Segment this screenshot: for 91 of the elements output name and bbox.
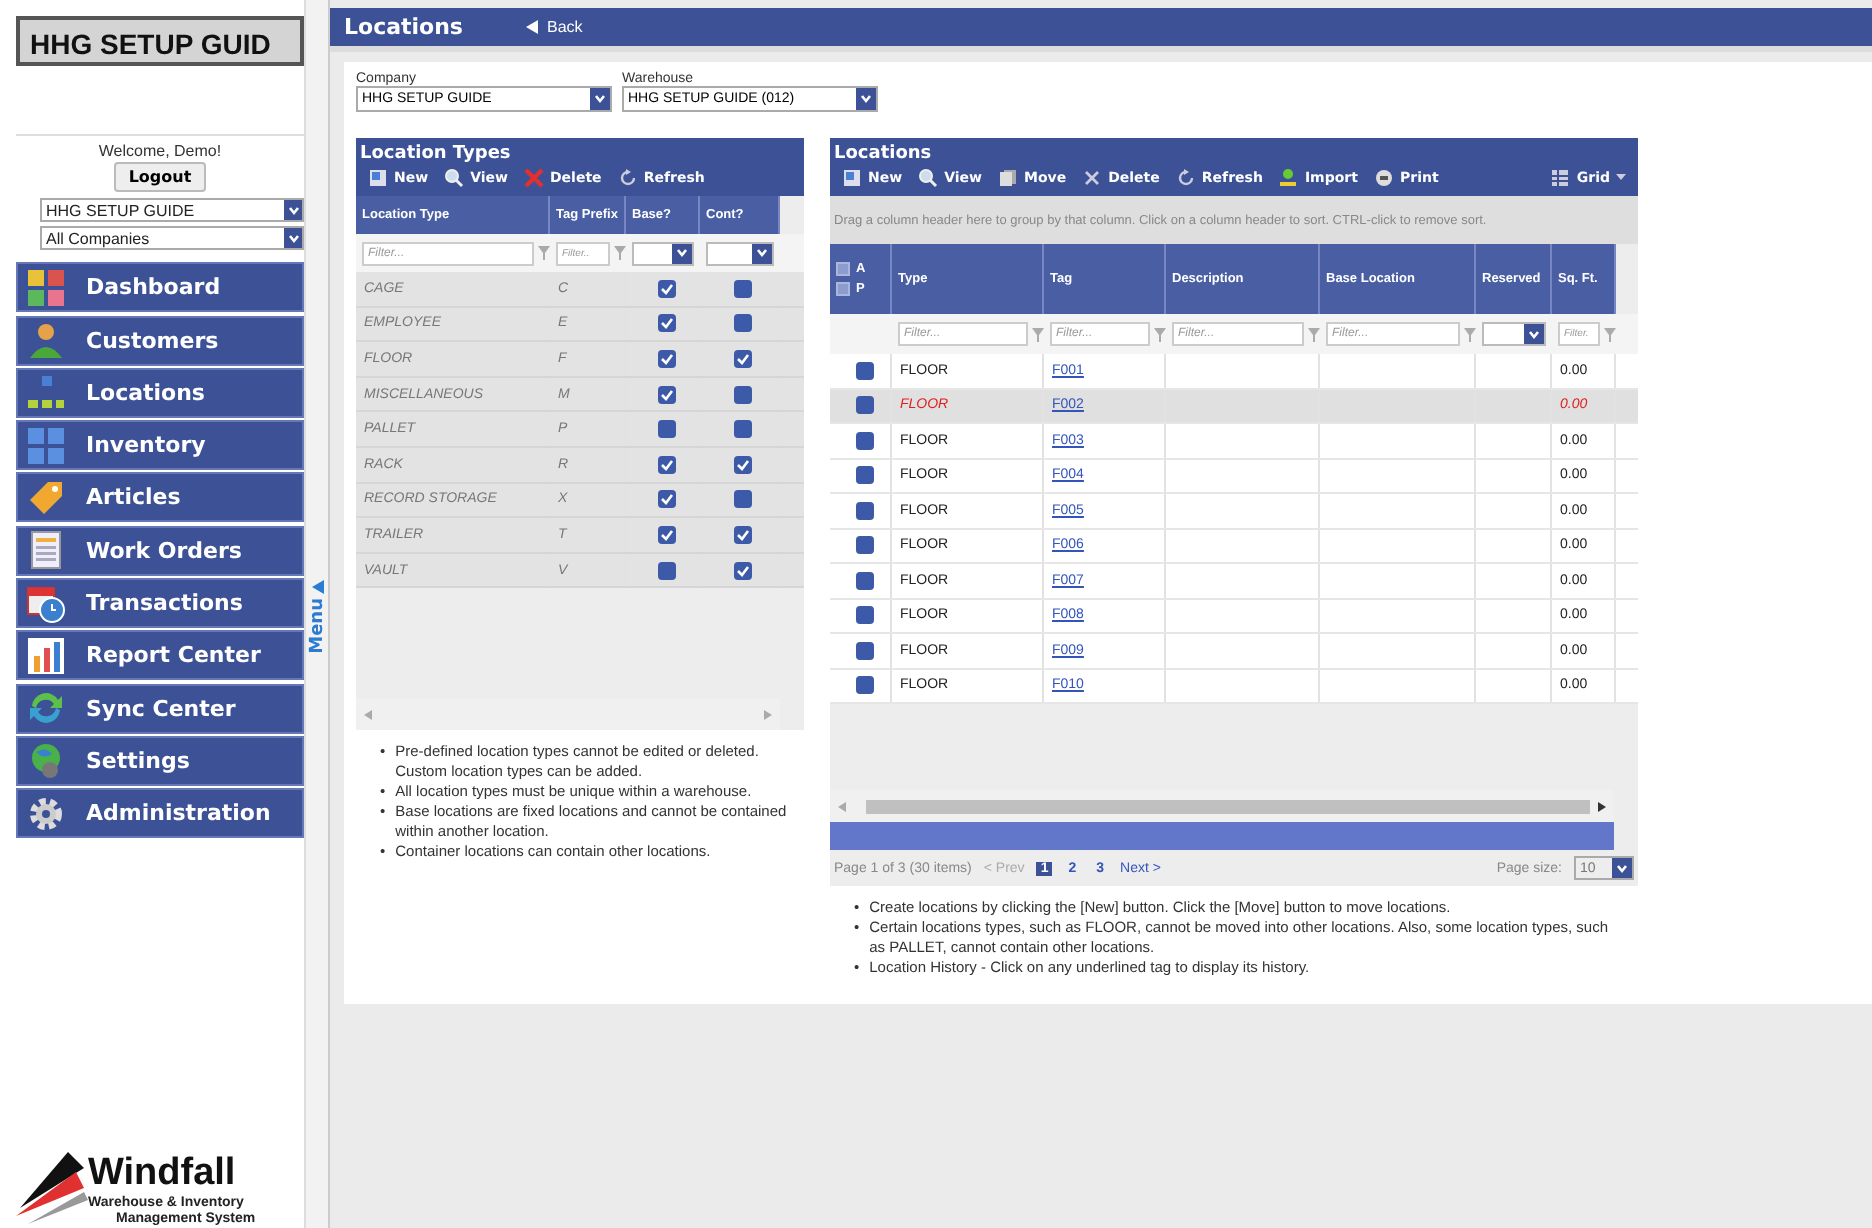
magnifier-icon — [918, 168, 939, 188]
tag-icon — [26, 477, 66, 518]
nav-item[interactable]: Transactions — [16, 578, 304, 629]
gear-icon — [26, 793, 66, 834]
delete-icon — [524, 168, 544, 188]
right-arrow-icon[interactable] — [1598, 801, 1606, 811]
checkbox[interactable] — [855, 606, 873, 625]
import-icon — [1278, 168, 1299, 188]
panel-title: Location Types — [356, 138, 804, 166]
calendar-clock-icon — [26, 583, 66, 624]
chevron-down-icon — [594, 94, 606, 104]
checkbox[interactable] — [734, 490, 752, 509]
checkbox[interactable] — [734, 525, 752, 544]
checkbox[interactable] — [657, 490, 675, 509]
checkbox[interactable] — [734, 314, 752, 333]
checkbox[interactable] — [657, 279, 675, 298]
nav-item[interactable]: Locations — [16, 367, 304, 418]
checkbox[interactable] — [657, 314, 675, 333]
sync-icon — [26, 688, 66, 729]
chevron-down-icon — [1616, 863, 1628, 873]
panel-title: Locations — [830, 138, 1638, 166]
checkbox[interactable] — [855, 431, 873, 450]
scrollbar-thumb[interactable] — [866, 799, 1590, 813]
dashboard-icon — [26, 267, 66, 308]
checkbox[interactable] — [855, 571, 873, 590]
chevron-down-icon — [676, 248, 688, 258]
filter-dropdown[interactable] — [1482, 322, 1546, 346]
grid-icon — [26, 425, 66, 466]
nav-item[interactable]: Administration — [16, 788, 304, 839]
logo-icon — [16, 1148, 88, 1228]
checkbox[interactable] — [855, 501, 873, 520]
checkbox[interactable] — [855, 536, 873, 555]
nav-item[interactable]: Dashboard — [16, 262, 304, 313]
checkbox[interactable] — [734, 455, 752, 474]
checkbox[interactable] — [734, 385, 752, 404]
refresh-icon — [617, 168, 638, 188]
bar-chart-icon — [26, 635, 66, 676]
back-link[interactable]: Back — [526, 18, 583, 36]
app-title: HHG SETUP GUID — [16, 16, 304, 66]
printer-icon — [1373, 168, 1394, 188]
checkbox[interactable] — [657, 349, 675, 368]
magnifier-icon — [444, 168, 465, 188]
nav-item[interactable]: Settings — [16, 735, 304, 786]
collapse-arrow-icon[interactable] — [311, 580, 323, 594]
checkbox[interactable] — [734, 279, 752, 298]
caret-icon — [1616, 174, 1626, 182]
checkbox[interactable] — [855, 641, 873, 660]
nav-item[interactable]: Inventory — [16, 420, 304, 471]
nav-item[interactable]: Sync Center — [16, 683, 304, 734]
chevron-down-icon — [1528, 329, 1540, 339]
new-document-icon — [842, 168, 862, 188]
checkbox[interactable] — [734, 349, 752, 368]
dropdown[interactable]: All Companies — [40, 226, 304, 250]
nav-item[interactable]: Customers — [16, 315, 304, 366]
dropdown[interactable]: HHG SETUP GUIDE — [40, 198, 304, 222]
delete-icon — [1082, 168, 1103, 188]
checkbox[interactable] — [657, 385, 675, 404]
welcome-text: Welcome, Demo! — [16, 134, 304, 160]
filter-dropdown[interactable] — [706, 241, 774, 265]
checkbox[interactable] — [836, 262, 850, 276]
nav-item[interactable]: Work Orders — [16, 525, 304, 576]
nav-item[interactable]: Articles — [16, 472, 304, 523]
checkbox[interactable] — [855, 466, 873, 485]
refresh-icon — [1175, 168, 1196, 188]
globe-icon — [26, 740, 66, 781]
person-icon — [26, 320, 66, 361]
chevron-down-icon — [860, 94, 872, 104]
checkbox[interactable] — [855, 676, 873, 695]
chevron-down-icon — [756, 248, 768, 258]
document-icon — [26, 530, 66, 571]
page-title: Locations — [344, 14, 463, 40]
checkbox[interactable] — [657, 561, 675, 580]
new-document-icon — [368, 168, 388, 188]
pages-icon — [998, 168, 1018, 188]
checkbox[interactable] — [855, 361, 873, 380]
checkbox[interactable] — [734, 561, 752, 580]
nav-item[interactable]: Report Center — [16, 630, 304, 681]
menu-toggle[interactable]: Menu — [307, 598, 327, 654]
hierarchy-icon — [26, 372, 66, 413]
logout-button[interactable]: Logout — [114, 162, 206, 192]
back-arrow-icon — [526, 20, 539, 34]
checkbox[interactable] — [855, 396, 873, 415]
checkbox[interactable] — [657, 525, 675, 544]
checkbox[interactable] — [657, 455, 675, 474]
chevron-down-icon — [287, 233, 299, 243]
checkbox[interactable] — [734, 420, 752, 439]
checkbox[interactable] — [836, 282, 850, 296]
checkbox[interactable] — [657, 420, 675, 439]
filter-dropdown[interactable] — [632, 241, 694, 265]
chevron-down-icon — [287, 205, 299, 215]
logo-name: Windfall — [88, 1152, 238, 1195]
